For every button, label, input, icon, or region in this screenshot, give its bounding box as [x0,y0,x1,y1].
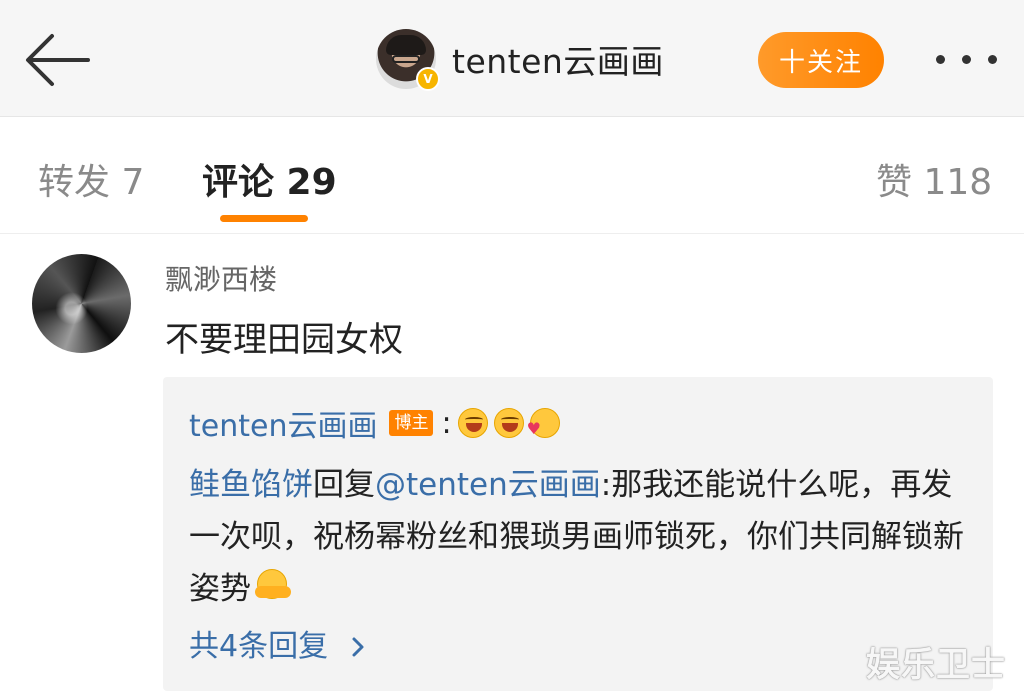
follow-button[interactable]: 十关注 [758,32,884,88]
nested-reply: 鲑鱼馅饼回复@tenten云画画:那我还能说什么呢，再发一次呗，祝杨幂粉丝和猥琐… [189,459,969,615]
laughing-icon [493,408,524,438]
comment-text: 不要理田园女权 [165,320,403,360]
tab-reposts[interactable]: 转发 7 [38,153,144,205]
more-options-icon[interactable] [934,48,1000,72]
active-tab-indicator [220,215,308,222]
back-arrow-icon[interactable] [22,30,94,90]
laughing-icon [457,408,488,438]
hug-icon [255,569,291,599]
kiss-icon [527,408,560,438]
commenter-avatar[interactable] [32,254,131,353]
avatar[interactable]: V [376,29,440,91]
reply-author[interactable]: tenten云画画 [189,401,377,445]
reply-word: 回复 [313,467,375,503]
verified-badge-icon: V [416,67,440,91]
chevron-right-icon [352,637,364,657]
mention-link[interactable]: @tenten云画画 [375,467,601,503]
reply-colon: : [441,405,452,441]
avatar-glasses [392,55,420,63]
tab-likes[interactable]: 赞 118 [876,153,992,205]
top-bar: V tenten云画画 十关注 [0,0,1024,117]
tab-comments[interactable]: 评论 29 [202,153,337,205]
nested-reply-user[interactable]: 鲑鱼馅饼 [189,467,313,503]
header-username[interactable]: tenten云画画 [452,35,664,83]
watermark: 娱乐卫士 [866,645,1006,685]
user-header[interactable]: V tenten云画画 [376,28,664,91]
view-more-replies-link[interactable]: 共4条回复 [189,621,368,665]
reply-line: tenten云画画 博主 : [189,401,560,445]
avatar-hair [386,35,426,55]
author-badge: 博主 [389,410,434,436]
tab-bar: 转发 7 评论 29 赞 118 [0,117,1024,234]
more-replies-label: 共4条回复 [189,629,329,664]
commenter-name[interactable]: 飘渺西楼 [165,258,277,298]
